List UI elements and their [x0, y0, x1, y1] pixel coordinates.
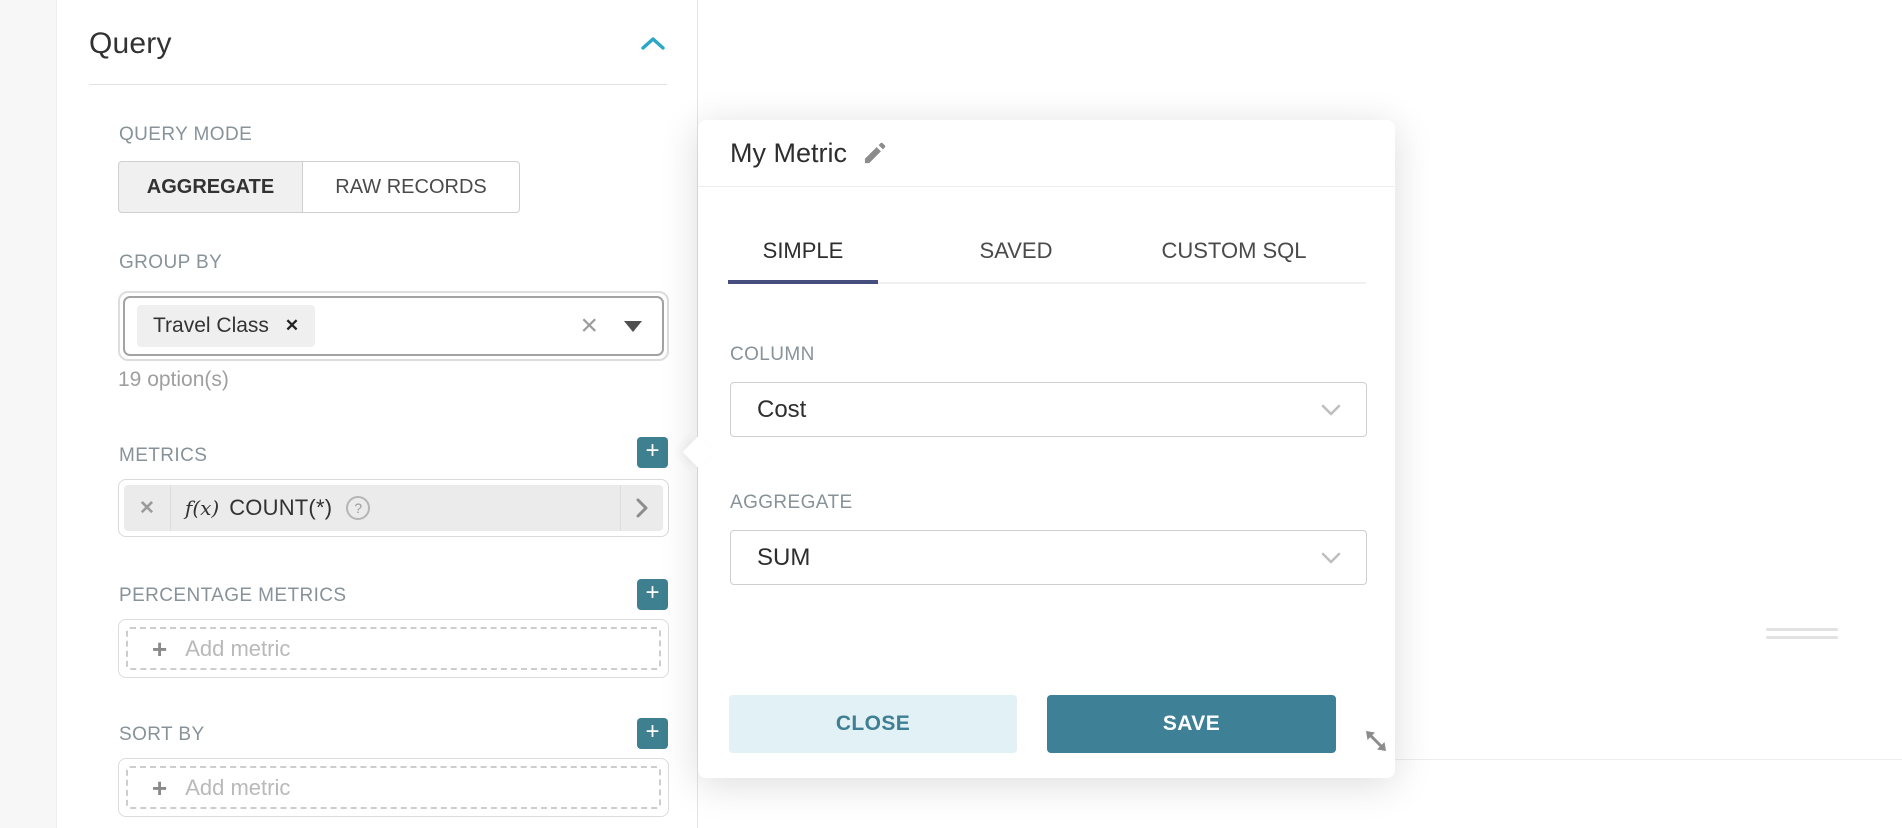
- select-caret-down-icon[interactable]: [624, 321, 642, 332]
- add-plus-icon: +: [152, 636, 167, 662]
- metric-expression: COUNT(*): [229, 495, 332, 521]
- popover-title: My Metric: [730, 138, 847, 169]
- metric-edit-popover: My Metric SIMPLE SAVED CUSTOM SQL COLUMN…: [698, 120, 1395, 778]
- aggregate-label: AGGREGATE: [730, 492, 853, 514]
- group-by-chip[interactable]: Travel Class ✕: [137, 305, 315, 347]
- chevron-down-icon: [1320, 551, 1342, 565]
- add-percentage-metric-button[interactable]: +: [637, 579, 668, 610]
- column-select-value: Cost: [757, 396, 806, 424]
- collapse-chevron-icon[interactable]: [639, 35, 667, 53]
- group-by-select-inner[interactable]: Travel Class ✕ ×: [123, 296, 664, 356]
- save-button[interactable]: SAVE: [1047, 695, 1336, 753]
- function-icon: f(x): [185, 496, 219, 520]
- aggregate-select[interactable]: SUM: [730, 530, 1367, 585]
- percentage-metrics-label: PERCENTAGE METRICS: [119, 585, 346, 607]
- add-sort-by-button[interactable]: +: [637, 718, 668, 749]
- metric-pill[interactable]: ✕ f(x) COUNT(*) ?: [124, 485, 663, 531]
- query-section-title: Query: [89, 27, 172, 61]
- query-section-header: Query: [89, 22, 667, 66]
- metric-help-icon[interactable]: ?: [346, 496, 370, 520]
- panel-resize-handle[interactable]: [1766, 628, 1838, 644]
- metrics-label: METRICS: [119, 445, 207, 467]
- tab-simple[interactable]: SIMPLE: [728, 238, 878, 264]
- chip-remove-icon[interactable]: ✕: [285, 316, 299, 336]
- query-mode-toggle: AGGREGATE RAW RECORDS: [118, 161, 520, 213]
- percentage-metrics-add-metric[interactable]: + Add metric: [126, 627, 661, 670]
- group-by-chip-label: Travel Class: [153, 314, 269, 338]
- edit-title-pencil-icon[interactable]: [861, 140, 888, 167]
- section-divider: [89, 84, 667, 85]
- tab-saved[interactable]: SAVED: [941, 238, 1091, 264]
- raw-records-mode-button[interactable]: RAW RECORDS: [303, 161, 520, 213]
- sort-by-label: SORT BY: [119, 724, 205, 746]
- popover-header: My Metric: [698, 120, 1395, 187]
- add-plus-icon: +: [152, 775, 167, 801]
- explore-chart-builder: Query QUERY MODE AGGREGATE RAW RECORDS G…: [0, 0, 1902, 828]
- metric-remove-icon[interactable]: ✕: [124, 497, 170, 520]
- tab-custom-sql[interactable]: CUSTOM SQL: [1134, 238, 1334, 264]
- query-mode-label: QUERY MODE: [119, 124, 252, 146]
- metrics-container: ✕ f(x) COUNT(*) ?: [118, 479, 669, 537]
- aggregate-mode-button[interactable]: AGGREGATE: [118, 161, 303, 213]
- group-by-select[interactable]: Travel Class ✕ ×: [118, 291, 669, 361]
- active-tab-indicator: [728, 280, 878, 284]
- add-metric-placeholder: Add metric: [185, 775, 290, 801]
- chevron-down-icon: [1320, 403, 1342, 417]
- metric-expand-chevron-icon[interactable]: [621, 496, 663, 520]
- popover-resize-icon[interactable]: [1361, 726, 1391, 761]
- aggregate-select-value: SUM: [757, 544, 810, 572]
- add-metric-button[interactable]: +: [637, 437, 668, 468]
- column-label: COLUMN: [730, 344, 815, 366]
- chart-footer-divider: [1390, 759, 1902, 760]
- sort-by-add-metric[interactable]: + Add metric: [126, 766, 661, 809]
- popover-arrow: [682, 436, 713, 467]
- pill-separator: [170, 485, 171, 531]
- group-by-label: GROUP BY: [119, 252, 222, 274]
- select-clear-icon[interactable]: ×: [580, 311, 598, 341]
- sort-by-container: + Add metric: [118, 758, 669, 817]
- percentage-metrics-container: + Add metric: [118, 619, 669, 678]
- left-gutter: [0, 0, 57, 828]
- close-button[interactable]: CLOSE: [729, 695, 1017, 753]
- add-metric-placeholder: Add metric: [185, 636, 290, 662]
- group-by-options-hint: 19 option(s): [118, 368, 229, 392]
- column-select[interactable]: Cost: [730, 382, 1367, 437]
